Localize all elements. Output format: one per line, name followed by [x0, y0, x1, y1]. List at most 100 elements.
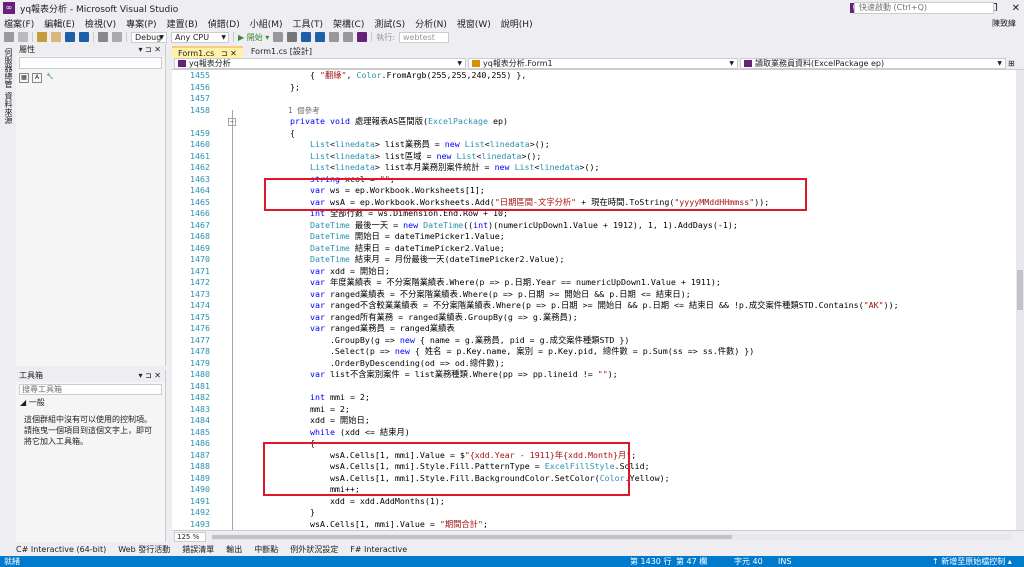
- code-line[interactable]: 1465 var wsA = ep.Workbook.Worksheets.Ad…: [172, 197, 1016, 209]
- property-pages-icon[interactable]: 🔧: [45, 73, 55, 83]
- code-line[interactable]: 1475 var ranged所有業務 = ranged業績表.GroupBy(…: [172, 312, 1016, 324]
- code-line[interactable]: 1472 var 年度業績表 = 不分案階業績表.Where(p => p.日期…: [172, 277, 1016, 289]
- undo-icon[interactable]: [98, 32, 108, 42]
- outdent-icon[interactable]: [343, 32, 354, 42]
- new-project-icon[interactable]: [37, 32, 47, 42]
- tab-form1-designer[interactable]: Form1.cs [設計]: [244, 46, 318, 58]
- back-icon[interactable]: [4, 32, 14, 42]
- code-line[interactable]: private void 處理報表AS區間版(ExcelPackage ep) −: [172, 116, 1016, 128]
- code-line[interactable]: 1474 var ranged不含較業業績表 = 不分案階業績表.Where(p…: [172, 300, 1016, 312]
- open-file-icon[interactable]: [51, 32, 61, 42]
- find-icon[interactable]: [357, 32, 368, 42]
- configuration-select[interactable]: Debug ▼: [131, 31, 167, 43]
- scrollbar-thumb[interactable]: [1017, 270, 1023, 310]
- bookmark-icon[interactable]: [287, 32, 298, 42]
- attach-icon[interactable]: [273, 32, 284, 42]
- member-select[interactable]: 讀取業務員資料(ExcelPackage ep) ▼: [740, 58, 1006, 69]
- code-line[interactable]: 1479 .OrderByDescending(od => od.總件數);: [172, 358, 1016, 370]
- menu-test[interactable]: 測試(S): [374, 17, 405, 30]
- code-line[interactable]: 1458 1 個參考: [172, 105, 1016, 117]
- code-line[interactable]: 1470 DateTime 結束月 = 月份最後一天(dateTimePicke…: [172, 254, 1016, 266]
- code-editor[interactable]: 1455 { "翻綠", Color.FromArgb(255,255,240,…: [172, 70, 1016, 530]
- menu-architecture[interactable]: 架構(C): [333, 17, 364, 30]
- platform-select[interactable]: Any CPU ▼: [171, 31, 229, 43]
- code-line[interactable]: 1477 .GroupBy(g => new { name = g.業務員, p…: [172, 335, 1016, 347]
- class-select[interactable]: yq報表分析.Form1 ▼: [468, 58, 738, 69]
- code-line[interactable]: 1476 var ranged業務員 = ranged業績表: [172, 323, 1016, 335]
- horizontal-scrollbar[interactable]: [212, 534, 1012, 540]
- code-line[interactable]: 1490 mmi++;: [172, 484, 1016, 496]
- tab-web-publish-activity[interactable]: Web 發行活動: [118, 544, 170, 555]
- close-button[interactable]: ✕: [1012, 3, 1020, 14]
- tab-form1-cs[interactable]: Form1.cs ⊐ ✕: [172, 46, 243, 58]
- code-line[interactable]: 1478 .Select(p => new { 姓名 = p.Key.name,…: [172, 346, 1016, 358]
- toolbox-search-input[interactable]: 搜尋工具箱: [19, 384, 162, 395]
- save-all-icon[interactable]: [79, 32, 89, 42]
- code-line[interactable]: 1488 wsA.Cells[1, mmi].Style.Fill.Patter…: [172, 461, 1016, 473]
- code-line[interactable]: 1485 while (xdd <= 結束月): [172, 427, 1016, 439]
- code-line[interactable]: 1489 wsA.Cells[1, mmi].Style.Fill.Backgr…: [172, 473, 1016, 485]
- tab-error-list[interactable]: 錯誤清單: [182, 544, 214, 555]
- tab-close-icon[interactable]: ⊐ ✕: [221, 49, 237, 58]
- tab-server-explorer[interactable]: 伺服器總管: [3, 48, 14, 88]
- code-line[interactable]: 1463 string xcol = "";: [172, 174, 1016, 186]
- code-line[interactable]: 1457: [172, 93, 1016, 105]
- save-icon[interactable]: [65, 32, 75, 42]
- menu-file[interactable]: 檔案(F): [4, 17, 34, 30]
- start-button[interactable]: ▶ 開始 ▾: [238, 32, 269, 43]
- code-line[interactable]: 1487 wsA.Cells[1, mmi].Value = $"{xdd.Ye…: [172, 450, 1016, 462]
- code-line[interactable]: 1473 var ranged業績表 = 不分案階業績表.Where(p => …: [172, 289, 1016, 301]
- code-line[interactable]: 1493 wsA.Cells[1, mmi].Value = "期間合計";: [172, 519, 1016, 531]
- menu-analyze[interactable]: 分析(N): [415, 17, 447, 30]
- code-line[interactable]: 1459 {: [172, 128, 1016, 140]
- code-line[interactable]: 1468 DateTime 開始日 = dateTimePicker1.Valu…: [172, 231, 1016, 243]
- code-line[interactable]: 1483 mmi = 2;: [172, 404, 1016, 416]
- comment-icon[interactable]: [301, 32, 312, 42]
- collapse-toggle-icon[interactable]: −: [228, 118, 236, 126]
- indent-icon[interactable]: [329, 32, 340, 42]
- split-icon[interactable]: ⊞: [1008, 58, 1015, 69]
- tab-csharp-interactive[interactable]: C# Interactive (64-bit): [16, 545, 106, 554]
- tab-breakpoints[interactable]: 中斷點: [254, 544, 278, 555]
- code-line[interactable]: 1456 };: [172, 82, 1016, 94]
- code-line[interactable]: 1491 xdd = xdd.AddMonths(1);: [172, 496, 1016, 508]
- code-line[interactable]: 1460 List<linedata> list業務員 = new List<l…: [172, 139, 1016, 151]
- vertical-scrollbar[interactable]: [1016, 70, 1024, 530]
- project-select[interactable]: yq報表分析 ▼: [174, 58, 466, 69]
- code-line[interactable]: 1471 var xdd = 開始日;: [172, 266, 1016, 278]
- tab-data-sources[interactable]: 資料來源: [3, 92, 14, 124]
- menu-project[interactable]: 專案(P): [126, 17, 156, 30]
- code-line[interactable]: 1469 DateTime 結束日 = dateTimePicker2.Valu…: [172, 243, 1016, 255]
- toolbox-general-group[interactable]: ◢ 一般: [16, 397, 165, 408]
- code-line[interactable]: 1455 { "翻綠", Color.FromArgb(255,255,240,…: [172, 70, 1016, 82]
- user-name[interactable]: 陳致緯: [992, 18, 1016, 29]
- categorized-icon[interactable]: ▦: [19, 73, 29, 83]
- redo-icon[interactable]: [112, 32, 122, 42]
- panel-controls[interactable]: ▾ ⊐ ✕: [138, 44, 161, 56]
- scrollbar-thumb[interactable]: [212, 535, 732, 539]
- menu-debug[interactable]: 偵錯(D): [208, 17, 240, 30]
- tab-output[interactable]: 輸出: [226, 544, 242, 555]
- code-line[interactable]: 1462 List<linedata> list本月業務別案件統計 = new …: [172, 162, 1016, 174]
- panel-controls[interactable]: ▾ ⊐ ✕: [138, 370, 161, 382]
- properties-object-select[interactable]: [19, 57, 162, 69]
- code-line[interactable]: 1486 {: [172, 438, 1016, 450]
- code-line[interactable]: 1480 var list不含案別案件 = list業務種類.Where(pp …: [172, 369, 1016, 381]
- code-line[interactable]: 1492 }: [172, 507, 1016, 519]
- target-select[interactable]: webtest: [398, 31, 449, 43]
- code-line[interactable]: 1461 List<linedata> list區域 = new List<li…: [172, 151, 1016, 163]
- tab-exception-settings[interactable]: 例外狀況設定: [290, 544, 338, 555]
- tab-fsharp-interactive[interactable]: F# Interactive: [350, 545, 407, 554]
- code-line[interactable]: 1484 xdd = 開始日;: [172, 415, 1016, 427]
- zoom-select[interactable]: 125 %: [174, 532, 206, 542]
- uncomment-icon[interactable]: [315, 32, 326, 42]
- menu-help[interactable]: 說明(H): [501, 17, 533, 30]
- alphabetical-icon[interactable]: A: [32, 73, 42, 83]
- code-line[interactable]: 1481: [172, 381, 1016, 393]
- code-line[interactable]: 1482 int mmi = 2;: [172, 392, 1016, 404]
- menu-team[interactable]: 小組(M): [250, 17, 283, 30]
- menu-tools[interactable]: 工具(T): [293, 17, 324, 30]
- quick-launch-input[interactable]: 快速啟動 (Ctrl+Q): [854, 2, 994, 14]
- code-line[interactable]: 1464 var ws = ep.Workbook.Worksheets[1];: [172, 185, 1016, 197]
- menu-build[interactable]: 建置(B): [167, 17, 198, 30]
